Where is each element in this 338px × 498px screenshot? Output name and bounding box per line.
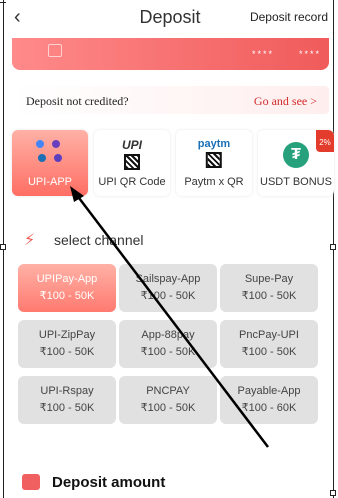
channel-name: PncPay-UPI: [239, 329, 299, 341]
channel-option[interactable]: Payable-App ₹100 - 60K: [220, 376, 318, 424]
paytm-qr-icon: paytm: [198, 138, 230, 168]
deposit-record-link[interactable]: Deposit record: [250, 10, 328, 24]
channel-option[interactable]: UPIPay-App ₹100 - 50K: [18, 264, 116, 312]
method-label: UPI-APP: [27, 176, 72, 188]
upi-qr-icon: UPI: [122, 138, 142, 170]
channel-range: ₹100 - 50K: [140, 402, 196, 414]
method-paytm-qr[interactable]: paytm Paytm x QR: [176, 130, 252, 196]
channel-range: ₹100 - 50K: [140, 290, 196, 302]
channel-option[interactable]: Sailspay-App ₹100 - 50K: [119, 264, 217, 312]
payment-method-list: UPI-APP UPI UPI QR Code paytm Paytm x QR…: [12, 130, 334, 196]
channel-name: UPIPay-App: [36, 273, 98, 285]
method-label: Paytm x QR: [184, 176, 244, 188]
channel-range: ₹100 - 50K: [241, 346, 297, 358]
channel-name: UPI-Rspay: [40, 385, 94, 397]
channel-range: ₹100 - 50K: [140, 346, 196, 358]
channel-option[interactable]: UPI-ZipPay ₹100 - 50K: [18, 320, 116, 368]
amount-section-title: Deposit amount: [52, 474, 166, 491]
channel-range: ₹100 - 50K: [39, 346, 95, 358]
frame-corner-mark: [330, 490, 336, 496]
amount-section-header: Deposit amount: [22, 470, 272, 494]
channel-name: PNCPAY: [146, 385, 190, 397]
method-upi-app[interactable]: UPI-APP: [12, 130, 88, 196]
lightning-icon: ⚡: [24, 232, 36, 249]
method-label: UPI QR Code: [98, 176, 166, 188]
method-label: USDT BONUS: [260, 176, 332, 188]
deposit-notice-bar: Deposit not credited? Go and see >: [12, 86, 329, 114]
channel-grid: UPIPay-App ₹100 - 50K Sailspay-App ₹100 …: [18, 264, 318, 424]
card-chip-icon: [48, 44, 62, 57]
notice-text: Deposit not credited?: [26, 94, 129, 108]
go-and-see-link[interactable]: Go and see >: [254, 94, 317, 109]
channel-name: Sailspay-App: [135, 273, 201, 285]
channel-option[interactable]: UPI-Rspay ₹100 - 50K: [18, 376, 116, 424]
channel-name: Payable-App: [237, 385, 301, 397]
wallet-icon: [22, 474, 40, 490]
channel-section-title: select channel: [54, 232, 144, 248]
header-bar: ‹ Deposit Deposit record: [10, 0, 330, 34]
bonus-badge: 2%: [316, 130, 334, 152]
channel-name: UPI-ZipPay: [38, 329, 96, 341]
frame-corner-mark: [330, 244, 336, 250]
channel-option[interactable]: PNCPAY ₹100 - 50K: [119, 376, 217, 424]
channel-range: ₹100 - 50K: [39, 290, 95, 302]
channel-range: ₹100 - 50K: [39, 402, 95, 414]
method-upi-qr-code[interactable]: UPI UPI QR Code: [94, 130, 170, 196]
channel-range: ₹100 - 60K: [241, 402, 297, 414]
channel-option[interactable]: Supe-Pay ₹100 - 50K: [220, 264, 318, 312]
channel-section-header: ⚡ select channel: [24, 230, 224, 250]
tether-icon: ₮: [283, 142, 309, 168]
channel-option[interactable]: App-88pay ₹100 - 50K: [119, 320, 217, 368]
card-masked-number: ****: [252, 49, 275, 59]
upi-apps-icon: [30, 138, 72, 166]
frame-corner-mark: [0, 244, 6, 250]
card-masked-number: ****: [299, 49, 322, 59]
channel-option[interactable]: PncPay-UPI ₹100 - 50K: [220, 320, 318, 368]
bank-card: **** ****: [12, 38, 329, 70]
channel-name: App-88pay: [141, 329, 195, 341]
method-usdt-bonus[interactable]: ₮ 2% USDT BONUS: [258, 130, 334, 196]
channel-name: Supe-Pay: [244, 273, 294, 285]
channel-range: ₹100 - 50K: [241, 290, 297, 302]
